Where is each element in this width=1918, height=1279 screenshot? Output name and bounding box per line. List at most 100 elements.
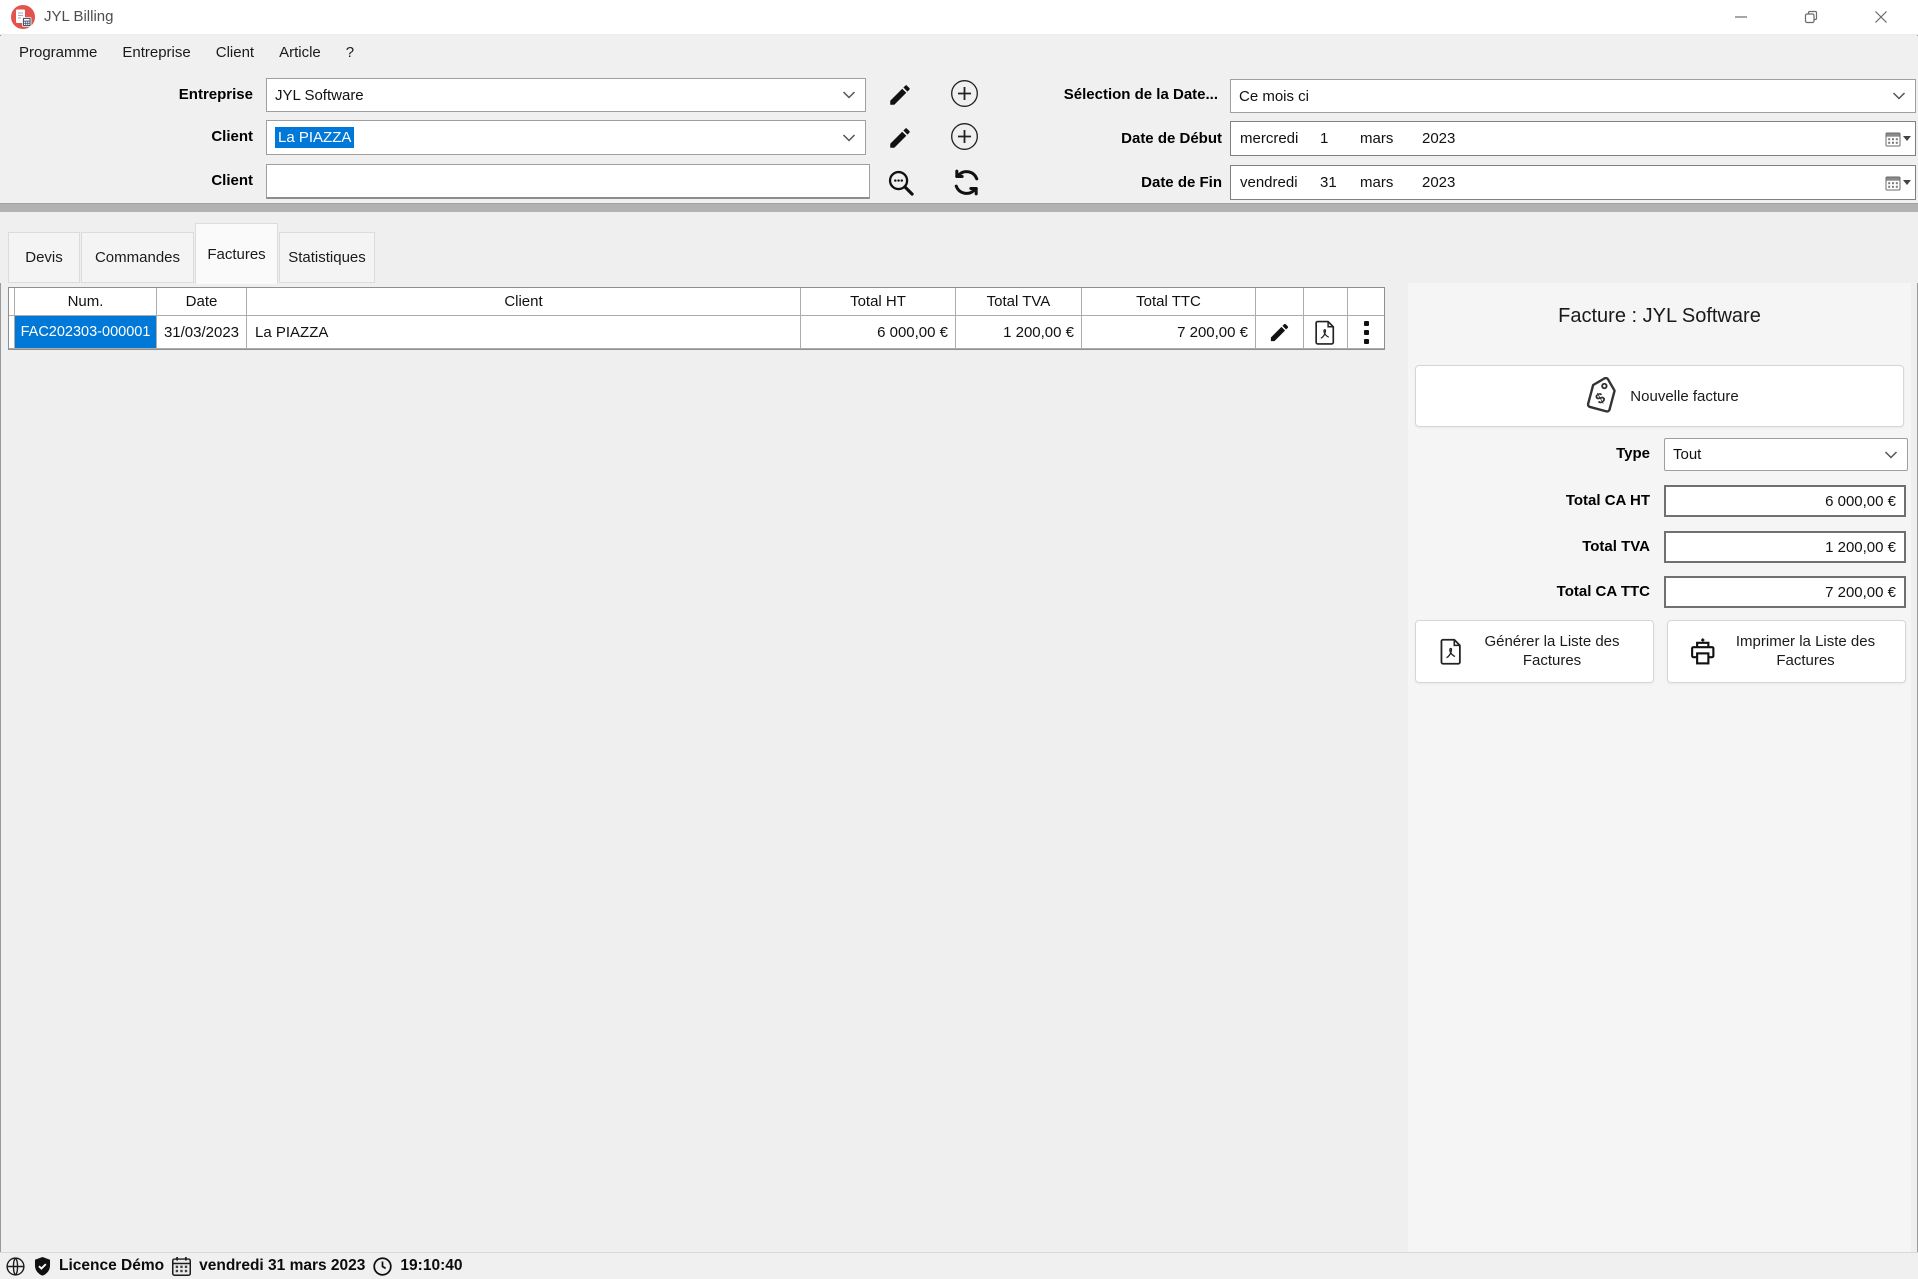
add-client-button[interactable]: [950, 122, 979, 151]
clock-icon: [372, 1256, 393, 1277]
status-time: 19:10:40: [400, 1257, 462, 1275]
total-ca-ht-label: Total CA HT: [1408, 492, 1650, 509]
invoice-detail-panel: Facture : JYL Software $ Nouvelle factur…: [1408, 283, 1911, 1252]
date-start-day: 1: [1320, 130, 1360, 147]
column-header-total-ht[interactable]: Total HT: [801, 288, 956, 316]
dropdown-arrow-icon: [1903, 136, 1911, 141]
minimize-button[interactable]: [1712, 0, 1770, 34]
tab-strip: Devis Commandes Factures Statistiques: [0, 212, 1918, 283]
date-end-day: 31: [1320, 174, 1360, 191]
type-label: Type: [1408, 445, 1650, 462]
tab-devis[interactable]: Devis: [8, 232, 80, 283]
edit-client-button[interactable]: [884, 122, 916, 154]
client-combobox[interactable]: La PIAZZA: [266, 120, 866, 155]
refresh-icon: [952, 168, 981, 197]
column-header-date[interactable]: Date: [157, 288, 247, 316]
tab-statistiques[interactable]: Statistiques: [279, 232, 375, 283]
panel-title: Facture : JYL Software: [1408, 305, 1911, 328]
chevron-down-icon: [842, 129, 856, 146]
license-text: Licence Démo: [59, 1257, 164, 1275]
tab-factures[interactable]: Factures: [195, 223, 278, 284]
invoice-client-cell[interactable]: La PIAZZA: [247, 316, 801, 349]
date-end-weekday: vendredi: [1240, 174, 1320, 191]
menu-article[interactable]: Article: [279, 44, 321, 61]
date-end-month: mars: [1360, 174, 1422, 191]
entreprise-label: Entreprise: [100, 86, 253, 103]
pencil-icon: [887, 125, 913, 151]
column-header-menu: [1348, 288, 1384, 316]
kebab-menu-icon: [1364, 321, 1369, 344]
chevron-down-icon: [842, 87, 856, 104]
total-ca-ht-field[interactable]: 6 000,00 €: [1664, 485, 1906, 517]
invoice-number-cell[interactable]: FAC202303-000001: [15, 316, 157, 349]
title-bar: JYL Billing: [0, 0, 1918, 35]
edit-entreprise-button[interactable]: [884, 79, 916, 111]
pencil-icon: [887, 82, 913, 108]
menu-programme[interactable]: Programme: [19, 44, 97, 61]
client-search-input[interactable]: [266, 164, 870, 199]
restore-button[interactable]: [1782, 0, 1840, 34]
tab-label: Factures: [207, 246, 265, 263]
generate-invoice-list-button[interactable]: Générer la Liste des Factures: [1415, 620, 1654, 683]
print-list-label: Imprimer la Liste des Factures: [1727, 633, 1885, 671]
date-end-label: Date de Fin: [1000, 174, 1222, 191]
client-value-selected: La PIAZZA: [275, 127, 354, 148]
tab-label: Commandes: [95, 249, 180, 266]
price-tag-icon: $: [1580, 377, 1622, 415]
status-date: vendredi 31 mars 2023: [199, 1257, 365, 1275]
add-entreprise-button[interactable]: [950, 79, 979, 108]
column-header-client[interactable]: Client: [247, 288, 801, 316]
date-selection-label: Sélection de la Date...: [1000, 86, 1218, 103]
column-header-total-tva[interactable]: Total TVA: [956, 288, 1082, 316]
window-title: JYL Billing: [44, 8, 113, 25]
date-end-year: 2023: [1422, 174, 1492, 191]
tab-label: Statistiques: [288, 249, 366, 266]
date-start-month: mars: [1360, 130, 1422, 147]
date-selection-value: Ce mois ci: [1239, 88, 1309, 105]
globe-icon: [5, 1256, 26, 1277]
total-tva-field[interactable]: 1 200,00 €: [1664, 531, 1906, 563]
client-search-label: Client: [100, 172, 253, 189]
tab-commandes[interactable]: Commandes: [81, 232, 194, 283]
calendar-icon: [1885, 131, 1901, 147]
invoice-pdf-button[interactable]: [1304, 316, 1348, 349]
total-tva-label: Total TVA: [1408, 538, 1650, 555]
invoice-total-ttc-cell[interactable]: 7 200,00 €: [1082, 316, 1256, 349]
calendar-icon: [171, 1256, 192, 1277]
column-header-total-ttc[interactable]: Total TTC: [1082, 288, 1256, 316]
date-start-weekday: mercredi: [1240, 130, 1320, 147]
refresh-button[interactable]: [950, 166, 982, 198]
toolbar-divider: [0, 203, 1918, 212]
type-combobox[interactable]: Tout: [1664, 438, 1908, 471]
invoice-menu-button[interactable]: [1348, 316, 1384, 349]
status-bar: Licence Démo vendredi 31 mars 2023 19:10…: [0, 1252, 1918, 1279]
pdf-icon: [1438, 637, 1465, 666]
pencil-icon: [1268, 321, 1291, 344]
date-end-picker[interactable]: vendredi 31 mars 2023: [1230, 165, 1916, 200]
client-label: Client: [100, 128, 253, 145]
plus-circle-icon: [950, 122, 979, 151]
entreprise-combobox[interactable]: JYL Software: [266, 78, 866, 112]
close-icon: [1874, 10, 1888, 24]
invoice-date-cell[interactable]: 31/03/2023: [157, 316, 247, 349]
calendar-icon: [1885, 175, 1901, 191]
printer-icon: [1689, 637, 1719, 666]
menu-entreprise[interactable]: Entreprise: [122, 44, 190, 61]
column-header-num[interactable]: Num.: [15, 288, 157, 316]
new-invoice-button[interactable]: $ Nouvelle facture: [1415, 365, 1904, 427]
print-invoice-list-button[interactable]: Imprimer la Liste des Factures: [1667, 620, 1906, 683]
invoice-total-tva-cell[interactable]: 1 200,00 €: [956, 316, 1082, 349]
menu-help[interactable]: ?: [346, 44, 354, 61]
invoices-table: Num. Date Client Total HT Total TVA Tota…: [8, 287, 1385, 350]
close-button[interactable]: [1852, 0, 1910, 34]
total-ca-ttc-field[interactable]: 7 200,00 €: [1664, 576, 1906, 608]
invoice-total-ht-cell[interactable]: 6 000,00 €: [801, 316, 956, 349]
date-selection-combobox[interactable]: Ce mois ci: [1230, 79, 1916, 113]
search-icon: [885, 167, 916, 198]
chevron-down-icon: [1884, 446, 1898, 463]
new-invoice-label: Nouvelle facture: [1630, 388, 1738, 405]
edit-invoice-button[interactable]: [1256, 316, 1304, 349]
date-start-picker[interactable]: mercredi 1 mars 2023: [1230, 121, 1916, 156]
search-client-button[interactable]: [883, 165, 917, 199]
menu-client[interactable]: Client: [216, 44, 254, 61]
